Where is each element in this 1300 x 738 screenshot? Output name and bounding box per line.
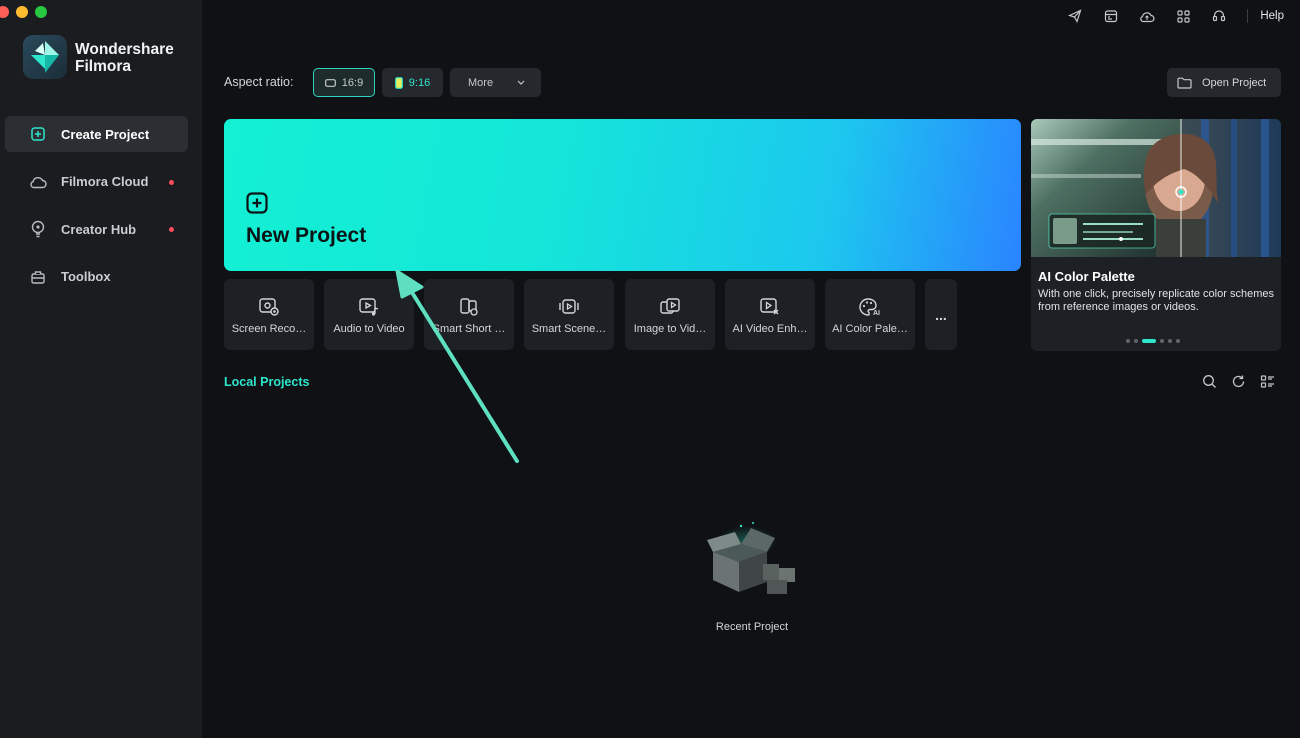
feature-title: AI Color Palette bbox=[1038, 269, 1135, 284]
feature-carousel[interactable]: AI Color Palette With one click, precise… bbox=[1031, 119, 1281, 351]
sidebar-item-label: Create Project bbox=[61, 126, 150, 142]
carousel-dot[interactable] bbox=[1168, 339, 1172, 343]
tool-smart-scene[interactable]: Smart Scene… bbox=[524, 279, 614, 350]
portrait-icon bbox=[394, 76, 403, 89]
carousel-dot[interactable] bbox=[1160, 339, 1164, 343]
carousel-dot[interactable] bbox=[1176, 339, 1180, 343]
aspect-9-16-button[interactable]: 9:16 bbox=[382, 68, 443, 97]
open-project-label: Open Project bbox=[1202, 76, 1267, 89]
more-tools-button[interactable]: ... bbox=[925, 279, 957, 350]
svg-text:AI: AI bbox=[873, 310, 880, 317]
chevron-down-icon bbox=[517, 80, 525, 85]
tool-audio-to-video[interactable]: Audio to Video bbox=[324, 279, 414, 350]
brand-line-2: Filmora bbox=[75, 58, 131, 75]
refresh-icon[interactable] bbox=[1231, 374, 1246, 394]
tool-label: Image to Vid… bbox=[633, 323, 707, 335]
screen-record-icon bbox=[258, 296, 280, 318]
feature-description: With one click, precisely replicate colo… bbox=[1038, 288, 1274, 313]
tool-smart-short[interactable]: Smart Short … bbox=[424, 279, 514, 350]
search-icon[interactable] bbox=[1202, 374, 1217, 394]
audio-to-video-icon bbox=[358, 296, 380, 318]
tool-label: AI Color Pale… bbox=[832, 323, 908, 335]
sidebar-item-create-project[interactable]: Create Project bbox=[5, 116, 188, 152]
aspect-more-dropdown[interactable]: More bbox=[450, 68, 541, 97]
sidebar-item-label: Filmora Cloud bbox=[61, 174, 149, 189]
calendar-icon[interactable] bbox=[1093, 8, 1129, 24]
aspect-ratio-label: Aspect ratio: bbox=[224, 75, 294, 89]
local-projects-title: Local Projects bbox=[224, 375, 310, 389]
folder-icon bbox=[1177, 77, 1192, 89]
tool-label: Smart Short … bbox=[432, 323, 506, 335]
notification-badge bbox=[169, 227, 174, 232]
help-button[interactable]: Help bbox=[1260, 10, 1284, 22]
ai-video-enhance-icon bbox=[759, 296, 781, 318]
cloud-icon bbox=[29, 173, 47, 191]
sidebar-item-toolbox[interactable]: Toolbox bbox=[5, 259, 188, 295]
recent-project-label: Recent Project bbox=[715, 621, 789, 633]
tool-label: AI Video Enh… bbox=[732, 323, 808, 335]
plus-square-icon bbox=[29, 125, 47, 143]
window-controls bbox=[0, 6, 47, 18]
aspect-16-9-label: 16:9 bbox=[341, 76, 364, 89]
notification-badge bbox=[169, 179, 174, 185]
top-toolbar: Help bbox=[1057, 8, 1300, 24]
tool-screen-recorder[interactable]: Screen Reco… bbox=[224, 279, 314, 350]
plus-square-icon bbox=[246, 192, 268, 219]
filmora-logo-icon bbox=[23, 35, 67, 79]
lightbulb-icon bbox=[29, 220, 47, 238]
aspect-9-16-label: 9:16 bbox=[408, 76, 431, 89]
empty-box-icon bbox=[705, 520, 800, 605]
sidebar-nav: Create Project Filmora Cloud Creator Hub… bbox=[5, 116, 188, 306]
image-to-video-icon bbox=[659, 296, 681, 318]
open-project-button[interactable]: Open Project bbox=[1167, 68, 1281, 97]
brand-name: Wondershare Filmora bbox=[75, 41, 174, 75]
sidebar-item-filmora-cloud[interactable]: Filmora Cloud bbox=[5, 164, 188, 200]
cloud-sync-icon[interactable] bbox=[1129, 8, 1165, 24]
grid-icon[interactable] bbox=[1165, 8, 1201, 24]
ai-color-palette-icon: AI bbox=[858, 296, 882, 318]
toolbox-icon bbox=[29, 268, 47, 286]
tool-label: Audio to Video bbox=[333, 323, 405, 335]
new-project-label: New Project bbox=[246, 224, 367, 247]
landscape-icon bbox=[324, 78, 336, 87]
sidebar: Wondershare Filmora Create Project Filmo… bbox=[0, 0, 202, 738]
carousel-pagination bbox=[1126, 339, 1180, 343]
new-project-button[interactable]: New Project bbox=[224, 119, 1021, 271]
minimize-window-button[interactable] bbox=[16, 6, 28, 18]
tool-label: Smart Scene… bbox=[531, 323, 607, 335]
tool-ai-video-enhancer[interactable]: AI Video Enh… bbox=[725, 279, 815, 350]
headset-icon[interactable] bbox=[1201, 8, 1237, 24]
brand-line-1: Wondershare bbox=[75, 41, 174, 58]
smart-short-icon bbox=[458, 296, 480, 318]
carousel-dot[interactable] bbox=[1134, 339, 1138, 343]
tool-image-to-video[interactable]: Image to Vid… bbox=[625, 279, 715, 350]
aspect-more-label: More bbox=[468, 76, 494, 89]
toolbar-divider bbox=[1247, 9, 1249, 23]
aspect-16-9-button[interactable]: 16:9 bbox=[313, 68, 375, 97]
maximize-window-button[interactable] bbox=[35, 6, 47, 18]
sidebar-item-creator-hub[interactable]: Creator Hub bbox=[5, 211, 188, 247]
close-window-button[interactable] bbox=[0, 6, 9, 18]
feature-image bbox=[1031, 119, 1281, 257]
sidebar-item-label: Toolbox bbox=[61, 269, 111, 284]
carousel-dot[interactable] bbox=[1126, 339, 1130, 343]
list-view-icon[interactable] bbox=[1260, 374, 1275, 394]
local-projects-toolbar bbox=[1202, 374, 1275, 394]
smart-scene-icon bbox=[558, 296, 580, 318]
carousel-dot-active[interactable] bbox=[1142, 339, 1156, 343]
sidebar-item-label: Creator Hub bbox=[61, 221, 137, 237]
tool-label: Screen Reco… bbox=[231, 323, 307, 335]
send-icon[interactable] bbox=[1057, 8, 1093, 24]
tool-ai-color-palette[interactable]: AI AI Color Pale… bbox=[825, 279, 915, 350]
